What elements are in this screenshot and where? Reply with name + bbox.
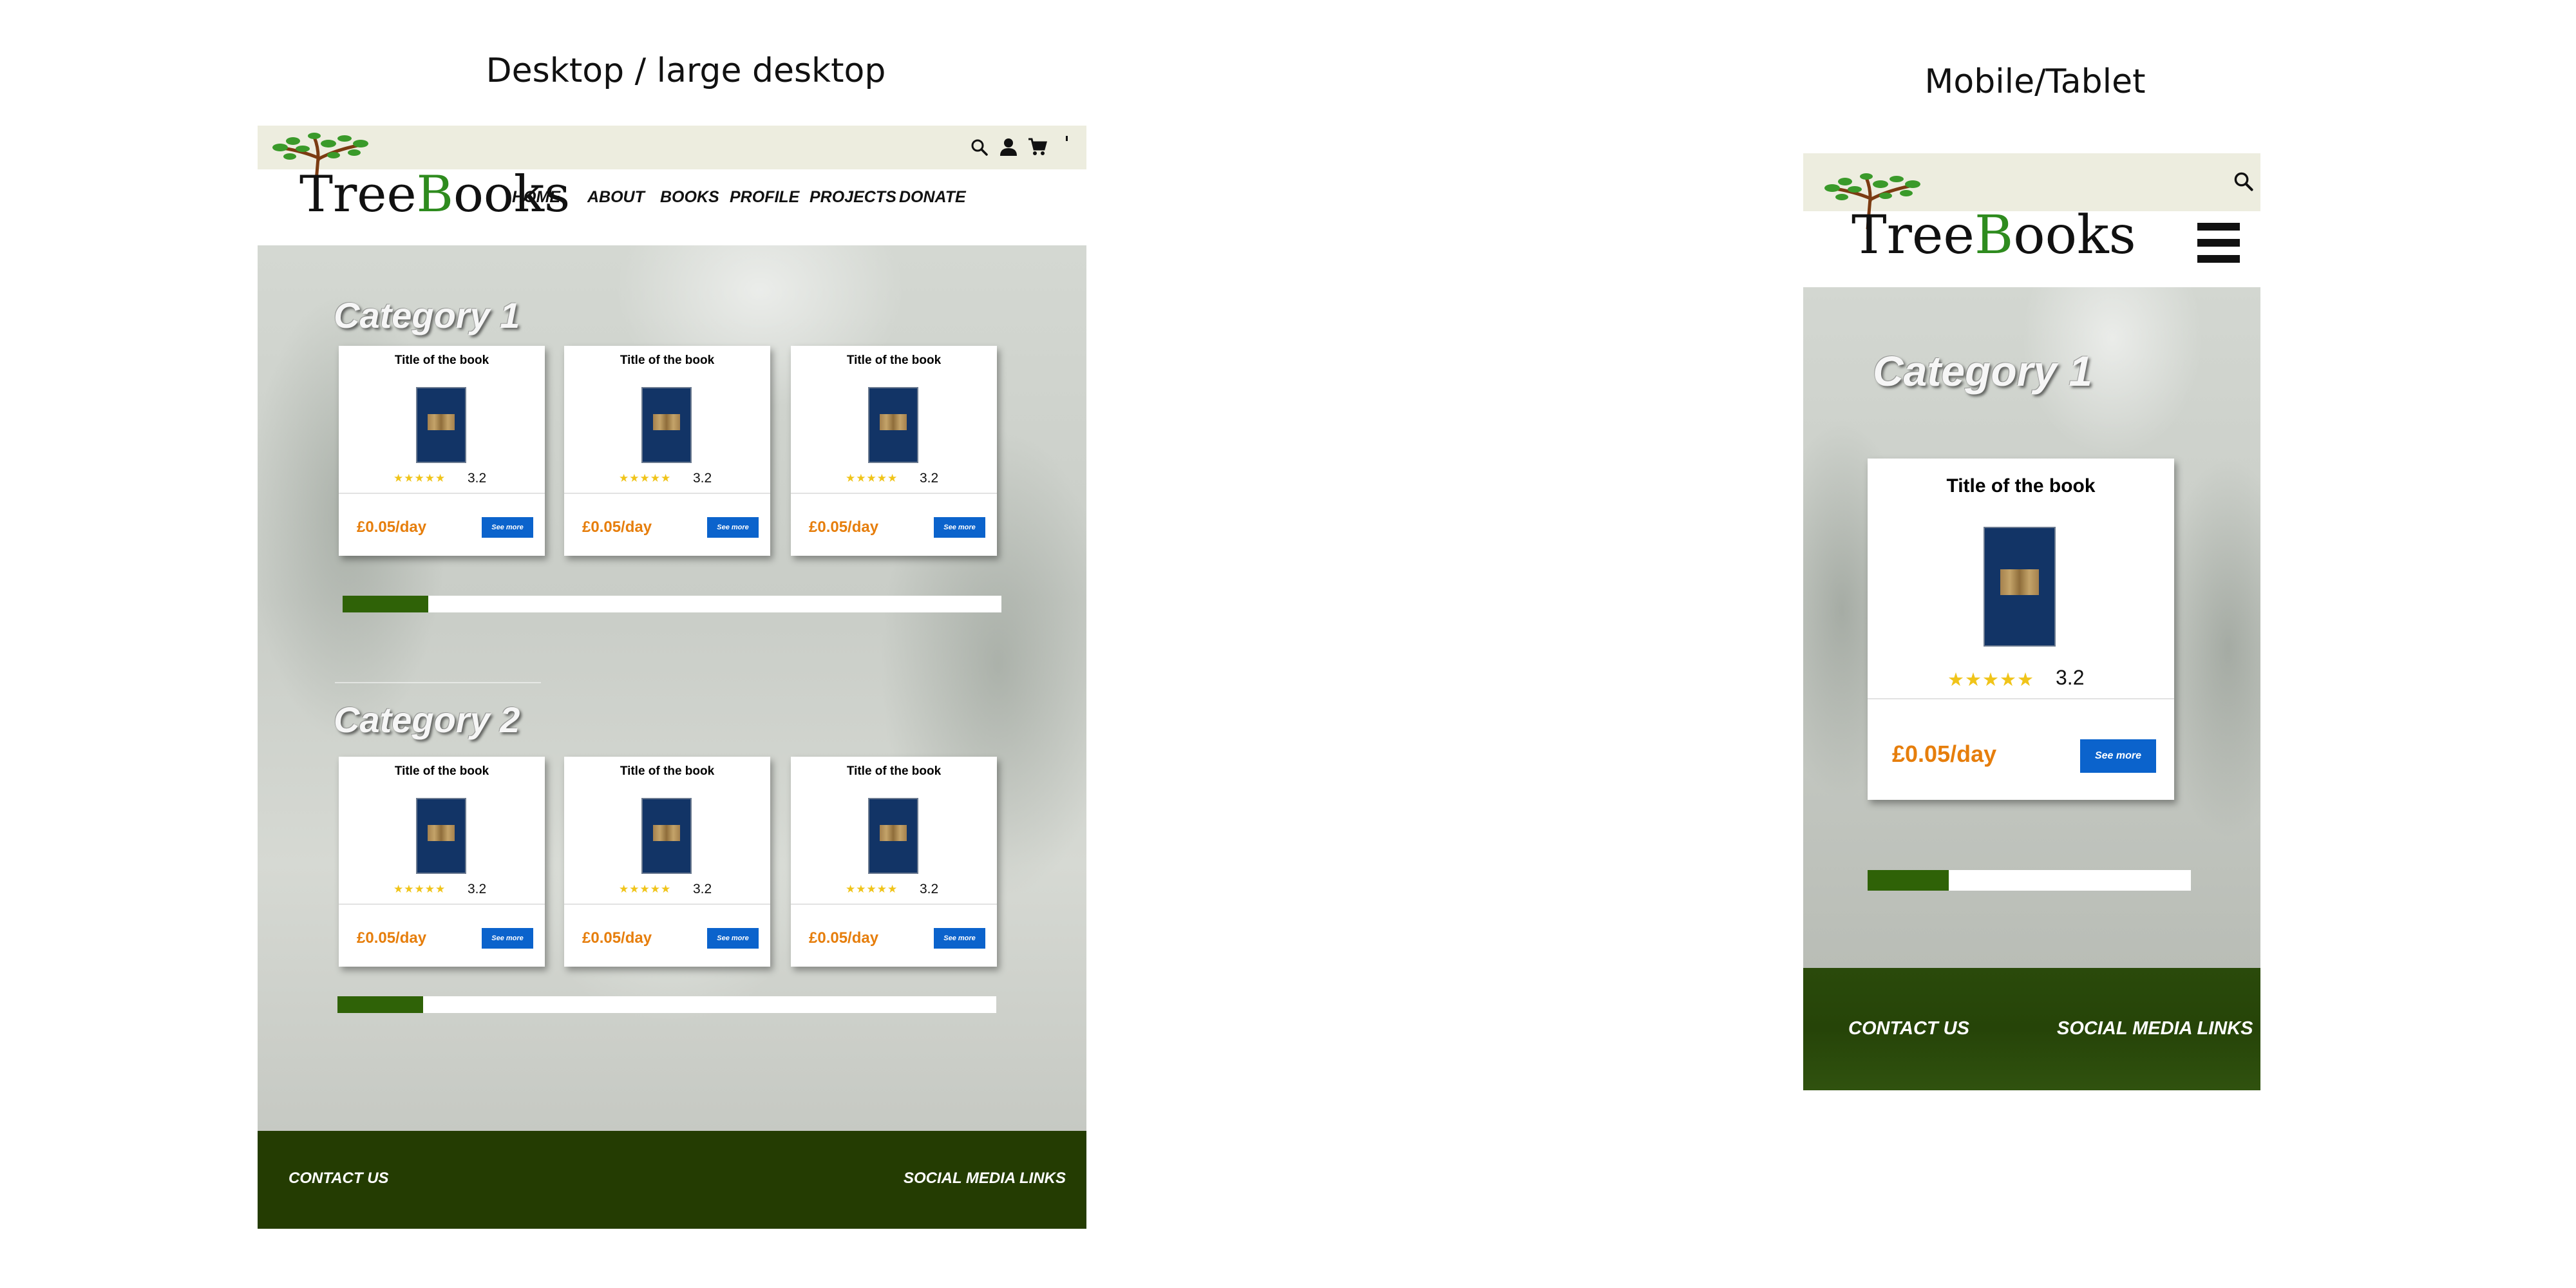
see-more-button[interactable]: See more bbox=[934, 928, 985, 949]
book-price: £0.05/day bbox=[357, 929, 427, 947]
scrollbar-thumb[interactable] bbox=[337, 996, 423, 1013]
nav-home[interactable]: HOME bbox=[512, 188, 560, 207]
rating-stars: ★★★★★ bbox=[619, 472, 672, 485]
treebooks-logo[interactable]: TreeBooks bbox=[1816, 173, 2136, 276]
card-divider bbox=[339, 493, 545, 494]
social-media-links[interactable]: SOCIAL MEDIA LINKS bbox=[2057, 1018, 2253, 1039]
rating-stars: ★★★★★ bbox=[846, 883, 898, 896]
mobile-mockup: TreeBooks Category 1 Title of the book ★… bbox=[1803, 153, 2260, 1090]
see-more-button[interactable]: See more bbox=[707, 928, 759, 949]
desktop-heading: Desktop / large desktop bbox=[486, 52, 886, 90]
logo-wordmark: TreeBooks bbox=[1852, 205, 2136, 266]
rating-value: 3.2 bbox=[920, 471, 939, 486]
category-title: Category 1 bbox=[334, 295, 520, 336]
book-title: Title of the book bbox=[1946, 475, 2096, 497]
rating-value: 3.2 bbox=[920, 882, 939, 896]
book-title: Title of the book bbox=[620, 764, 715, 778]
scrollbar-thumb[interactable] bbox=[1868, 870, 1949, 891]
card-divider bbox=[791, 493, 997, 494]
rating-stars: ★★★★★ bbox=[393, 472, 446, 485]
book-title: Title of the book bbox=[394, 764, 489, 778]
card-divider bbox=[791, 904, 997, 905]
nav-profile[interactable]: PROFILE bbox=[730, 188, 799, 207]
contact-us-link[interactable]: CONTACT US bbox=[1848, 1018, 1969, 1039]
book-cover-image bbox=[641, 798, 692, 874]
book-card[interactable]: Title of the book ★★★★★ 3.2 £0.05/day Se… bbox=[1868, 459, 2174, 800]
book-cover-image bbox=[868, 387, 918, 463]
book-cover-image bbox=[1984, 527, 2056, 647]
book-card[interactable]: Title of the book ★★★★★ 3.2 £0.05/day Se… bbox=[564, 757, 770, 967]
nav-books[interactable]: BOOKS bbox=[660, 188, 719, 207]
carousel-scrollbar[interactable] bbox=[1868, 870, 2191, 891]
book-card[interactable]: Title of the book ★★★★★ 3.2 £0.05/day Se… bbox=[339, 757, 545, 967]
rating-value: 3.2 bbox=[693, 882, 712, 896]
book-price: £0.05/day bbox=[1892, 741, 1997, 767]
rating-value: 3.2 bbox=[468, 471, 487, 486]
carousel-scrollbar[interactable] bbox=[343, 596, 1001, 612]
nav-about[interactable]: ABOUT bbox=[587, 188, 645, 207]
card-divider bbox=[339, 904, 545, 905]
book-price: £0.05/day bbox=[809, 929, 879, 947]
hamburger-menu-icon[interactable] bbox=[2197, 223, 2240, 263]
book-card[interactable]: Title of the book ★★★★★ 3.2 £0.05/day Se… bbox=[339, 346, 545, 556]
rating-value: 3.2 bbox=[2056, 666, 2085, 689]
book-cover-image bbox=[416, 387, 466, 463]
nav-donate[interactable]: DONATE bbox=[899, 188, 966, 207]
rating-value: 3.2 bbox=[468, 882, 487, 896]
contact-us-link[interactable]: CONTACT US bbox=[289, 1170, 389, 1188]
book-title: Title of the book bbox=[846, 764, 942, 778]
desktop-mockup: TreeBooks HOME ABOUT BOOKS PROFILE PROJE… bbox=[258, 126, 1086, 1229]
book-price: £0.05/day bbox=[582, 518, 652, 536]
book-cover-image bbox=[641, 387, 692, 463]
rating-stars: ★★★★★ bbox=[846, 472, 898, 485]
social-media-links[interactable]: SOCIAL MEDIA LINKS bbox=[904, 1170, 1066, 1188]
book-card[interactable]: Title of the book ★★★★★ 3.2 £0.05/day Se… bbox=[791, 757, 997, 967]
see-more-button[interactable]: See more bbox=[2080, 739, 2156, 773]
book-card[interactable]: Title of the book ★★★★★ 3.2 £0.05/day Se… bbox=[564, 346, 770, 556]
scrollbar-thumb[interactable] bbox=[343, 596, 428, 612]
card-divider bbox=[564, 493, 770, 494]
book-cover-image bbox=[868, 798, 918, 874]
user-icon[interactable] bbox=[999, 137, 1018, 156]
book-card[interactable]: Title of the book ★★★★★ 3.2 £0.05/day Se… bbox=[791, 346, 997, 556]
section-divider bbox=[335, 682, 541, 683]
card-divider bbox=[564, 904, 770, 905]
book-title: Title of the book bbox=[394, 354, 489, 367]
treebooks-logo[interactable]: TreeBooks bbox=[264, 132, 570, 229]
category-title: Category 2 bbox=[334, 699, 520, 740]
see-more-button[interactable]: See more bbox=[934, 517, 985, 538]
mobile-footer: CONTACT US SOCIAL MEDIA LINKS bbox=[1803, 968, 2260, 1090]
search-icon[interactable] bbox=[2233, 171, 2254, 192]
card-divider bbox=[1868, 698, 2174, 699]
book-price: £0.05/day bbox=[357, 518, 427, 536]
carousel-scrollbar[interactable] bbox=[337, 996, 996, 1013]
nav-projects[interactable]: PROJECTS bbox=[810, 188, 896, 207]
rating-value: 3.2 bbox=[693, 471, 712, 486]
cart-icon[interactable] bbox=[1027, 137, 1048, 156]
book-price: £0.05/day bbox=[809, 518, 879, 536]
see-more-button[interactable]: See more bbox=[482, 517, 533, 538]
rating-stars: ★★★★★ bbox=[393, 883, 446, 896]
mobile-heading: Mobile/Tablet bbox=[1924, 62, 2146, 101]
book-title: Title of the book bbox=[620, 354, 715, 367]
rating-stars: ★★★★★ bbox=[1947, 668, 2034, 690]
search-icon[interactable] bbox=[971, 138, 989, 156]
topbar-tick bbox=[1066, 136, 1068, 141]
book-title: Title of the book bbox=[846, 354, 942, 367]
book-price: £0.05/day bbox=[582, 929, 652, 947]
rating-stars: ★★★★★ bbox=[619, 883, 672, 896]
see-more-button[interactable]: See more bbox=[707, 517, 759, 538]
see-more-button[interactable]: See more bbox=[482, 928, 533, 949]
book-cover-image bbox=[416, 798, 466, 874]
desktop-footer: CONTACT US SOCIAL MEDIA LINKS bbox=[258, 1131, 1086, 1229]
category-title: Category 1 bbox=[1873, 347, 2093, 395]
